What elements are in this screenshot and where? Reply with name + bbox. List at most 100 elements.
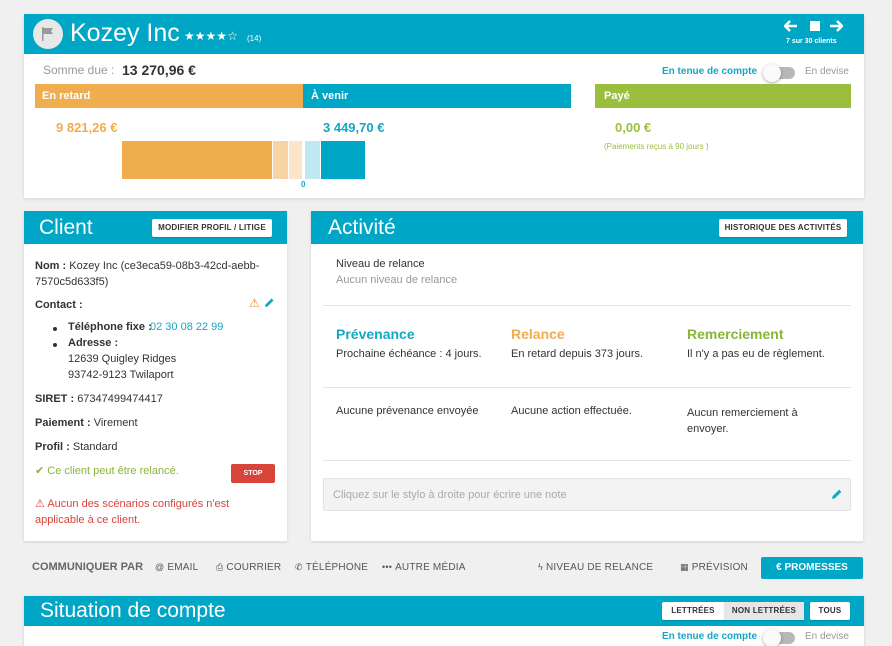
arrow-left-icon[interactable]	[784, 20, 798, 32]
printer-icon: ⎙	[216, 562, 224, 572]
other-media-action[interactable]: ••• AUTRE MÉDIA	[382, 562, 466, 573]
activity-card: Activité HISTORIQUE DES ACTIVITÉS Niveau…	[311, 211, 863, 541]
rating-stars: ★★★★☆	[184, 29, 238, 43]
phone-label: Téléphone fixe :	[68, 321, 152, 333]
remerciement-title: Remerciement	[687, 326, 784, 342]
situation-currency-toggle[interactable]	[763, 629, 795, 646]
at-icon: @	[155, 562, 165, 572]
note-field[interactable]: Cliquez sur le stylo à droite pour écrir…	[323, 478, 851, 511]
communicate-label: COMMUNIQUER PAR	[32, 561, 144, 573]
client-card: Client MODIFIER PROFIL / LITIGE Nom : Ko…	[24, 211, 287, 541]
relance-status: Aucune action effectuée.	[511, 405, 632, 417]
contact-label: Contact :	[35, 299, 83, 311]
note-placeholder: Cliquez sur le stylo à droite pour écrir…	[333, 489, 567, 501]
warning-triangle-icon[interactable]: ⚠	[249, 296, 260, 310]
phone-icon: ✆	[295, 562, 303, 572]
aging-zero-label: 0	[301, 180, 306, 189]
payment-line: Paiement : Virement	[35, 417, 138, 429]
toggle-right-label: En devise	[805, 66, 849, 77]
relance-title: Relance	[511, 326, 565, 342]
phone-value[interactable]: 02 30 08 22 99	[150, 321, 223, 333]
toggle-left-label: En tenue de compte	[662, 66, 758, 77]
star-empty-icon: ☆	[227, 29, 238, 43]
address-line-2: 93742-9123 Twilaport	[68, 369, 174, 381]
calendar-icon: ▦	[680, 562, 689, 572]
situation-header: Situation de compte LETTRÉES NON LETTRÉE…	[24, 596, 864, 626]
aging-bar-upcoming-1	[305, 141, 320, 179]
edit-profile-button[interactable]: MODIFIER PROFIL / LITIGE	[152, 219, 272, 237]
divider	[323, 305, 851, 306]
telephone-action[interactable]: ✆ TÉLÉPHONE	[295, 562, 368, 573]
aging-bar-upcoming-main	[321, 141, 365, 179]
late-header: En retard	[35, 84, 303, 108]
prevenance-title: Prévenance	[336, 326, 415, 342]
divider	[323, 387, 851, 388]
late-value: 9 821,26 €	[56, 120, 118, 135]
client-name-line: Nom : Kozey Inc (ce3eca59-08b3-42cd-aebb…	[35, 260, 260, 288]
prevenance-status: Aucune prévenance envoyée	[336, 405, 479, 417]
email-action[interactable]: @ EMAIL	[155, 562, 198, 573]
euro-icon: €	[776, 562, 782, 573]
pencil-icon[interactable]	[831, 488, 843, 500]
star-full-icon: ★	[205, 29, 217, 43]
due-value: 13 270,96 €	[122, 62, 196, 78]
star-full-icon: ★	[194, 29, 206, 43]
relance-text: En retard depuis 373 jours.	[511, 348, 644, 360]
stop-button[interactable]: STOP	[231, 464, 275, 483]
situation-card: Situation de compte LETTRÉES NON LETTRÉE…	[24, 596, 864, 646]
activity-section-title: Activité	[328, 216, 396, 239]
client-header: Client MODIFIER PROFIL / LITIGE	[24, 211, 287, 244]
client-title: Kozey Inc	[70, 19, 180, 47]
level-label: Niveau de relance	[336, 258, 425, 270]
summary-card: Kozey Inc ★★★★☆ (14) 7 sur 30 clients So…	[24, 14, 864, 198]
activity-header: Activité HISTORIQUE DES ACTIVITÉS	[311, 211, 863, 244]
scenario-warning: ⚠ Aucun des scénarios configurés n'est a…	[35, 498, 230, 526]
situation-title: Situation de compte	[40, 599, 226, 622]
aging-bar-late-2	[273, 141, 288, 179]
aging-bar-late-main	[122, 141, 272, 179]
currency-toggle[interactable]	[763, 64, 795, 82]
siret-line: SIRET : 67347499474417	[35, 393, 163, 405]
relance-ok-line: ✔ Ce client peut être relancé.	[35, 465, 179, 477]
due-label: Somme due :	[43, 63, 115, 77]
flag-avatar	[33, 19, 63, 49]
tab-non-lettrees[interactable]: NON LETTRÉES	[724, 602, 804, 620]
header-bar: Kozey Inc ★★★★☆ (14) 7 sur 30 clients	[24, 14, 864, 54]
paid-value: 0,00 €	[615, 120, 652, 135]
address-label: Adresse :	[68, 337, 119, 349]
paid-header: Payé	[595, 84, 851, 108]
upcoming-value: 3 449,70 €	[323, 120, 385, 135]
prevision-action[interactable]: ▦ PRÉVISION	[680, 562, 748, 573]
bolt-icon: ϟ	[538, 562, 543, 572]
situation-toggle-left-label: En tenue de compte	[662, 631, 758, 642]
pagination-text: 7 sur 30 clients	[786, 38, 837, 45]
relance-level-action[interactable]: ϟ NIVEAU DE RELANCE	[538, 562, 653, 573]
tab-tous[interactable]: TOUS	[810, 602, 850, 620]
promesses-button[interactable]: € PROMESSES	[761, 557, 863, 579]
dots-icon: •••	[382, 562, 393, 572]
star-full-icon: ★	[216, 29, 228, 43]
paid-note: (Paiements reçus à 90 jours )	[604, 142, 709, 151]
tab-lettrees[interactable]: LETTRÉES	[662, 602, 724, 620]
star-full-icon: ★	[184, 29, 195, 43]
address-line-1: 12639 Quigley Ridges	[68, 353, 177, 365]
flag-icon	[42, 27, 53, 41]
divider	[323, 460, 851, 461]
aging-bar-late-3	[289, 141, 302, 179]
stop-square-icon[interactable]	[810, 21, 820, 31]
remerciement-text: Il n'y a pas eu de règlement.	[687, 348, 825, 360]
level-value: Aucun niveau de relance	[336, 274, 458, 286]
pencil-icon[interactable]	[264, 297, 275, 308]
bullet-dot	[53, 343, 57, 347]
upcoming-header: À venir	[303, 84, 571, 108]
situation-toggle-right-label: En devise	[805, 631, 849, 642]
check-icon: ✔	[35, 465, 45, 477]
bullet-dot	[53, 327, 57, 331]
courrier-action[interactable]: ⎙ COURRIER	[216, 562, 281, 573]
client-section-title: Client	[39, 216, 93, 239]
history-button[interactable]: HISTORIQUE DES ACTIVITÉS	[719, 219, 847, 237]
remerciement-status: Aucun remerciement à envoyer.	[687, 407, 798, 435]
arrow-right-icon[interactable]	[829, 20, 843, 32]
review-count: (14)	[247, 34, 262, 43]
prevenance-text: Prochaine échéance : 4 jours.	[336, 348, 482, 360]
